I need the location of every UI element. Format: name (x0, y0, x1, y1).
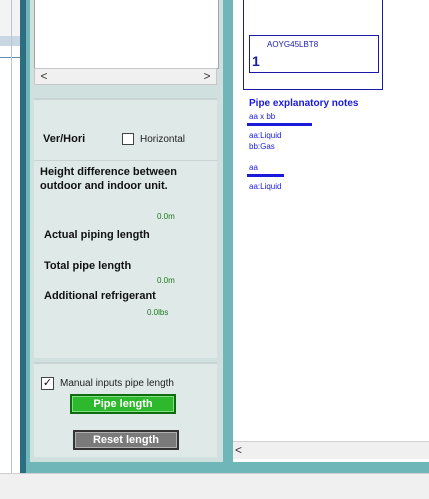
dialog-frame-border (20, 0, 26, 473)
note-liquid: aa:Liquid (249, 131, 282, 140)
status-bar (0, 473, 429, 499)
unit-listbox[interactable] (34, 0, 219, 69)
note-symbol-liquid-gas: aa x bb (249, 112, 276, 121)
unit-quantity-label: 1 (252, 53, 260, 69)
diagram-horizontal-scrollbar[interactable]: < (233, 441, 429, 459)
manual-inputs-checkbox[interactable]: ✓ (41, 377, 54, 390)
total-pipe-length-label: Total pipe length (44, 260, 132, 272)
height-difference-label: Height difference between (40, 166, 177, 178)
horizontal-checkbox[interactable] (122, 133, 134, 145)
additional-refrigerant-value: 0.0lbs (147, 308, 169, 317)
checkmark-icon: ✓ (42, 377, 53, 389)
divider (0, 57, 20, 58)
window-edge (11, 0, 12, 499)
note-liquid-2: aa:Liquid (249, 182, 282, 191)
pipe-notes-title: Pipe explanatory notes (249, 98, 359, 109)
scroll-right-arrow-icon[interactable]: > (200, 70, 214, 83)
unit-model-label: AOYG45LBT8 (267, 40, 319, 49)
horizontal-label: Horizontal (140, 134, 186, 145)
note-gas: bb:Gas (249, 142, 275, 151)
horizontal-scrollbar[interactable]: < > (34, 68, 217, 85)
scroll-left-arrow-icon[interactable]: < (235, 443, 242, 457)
note-symbol-liquid: aa (249, 163, 258, 172)
divider (34, 160, 217, 161)
pipe-length-button[interactable]: Pipe length (70, 394, 176, 414)
pipe-legend-line-short (247, 174, 284, 177)
manual-inputs-label: Manual inputs pipe length (60, 378, 174, 389)
height-difference-label-line2: outdoor and indoor unit. (40, 180, 168, 192)
background-strip (0, 0, 20, 36)
background-tab-strip (0, 36, 20, 46)
total-pipe-length-value: 0.0m (157, 276, 175, 285)
reset-length-button[interactable]: Reset length (73, 430, 179, 450)
additional-refrigerant-label: Additional refrigerant (44, 290, 156, 302)
ver-hori-label: Ver/Hori (43, 133, 86, 145)
pipe-legend-line (247, 123, 312, 126)
actual-piping-length-label: Actual piping length (44, 229, 150, 241)
scroll-left-arrow-icon[interactable]: < (37, 70, 51, 83)
height-difference-value: 0.0m (157, 212, 175, 221)
